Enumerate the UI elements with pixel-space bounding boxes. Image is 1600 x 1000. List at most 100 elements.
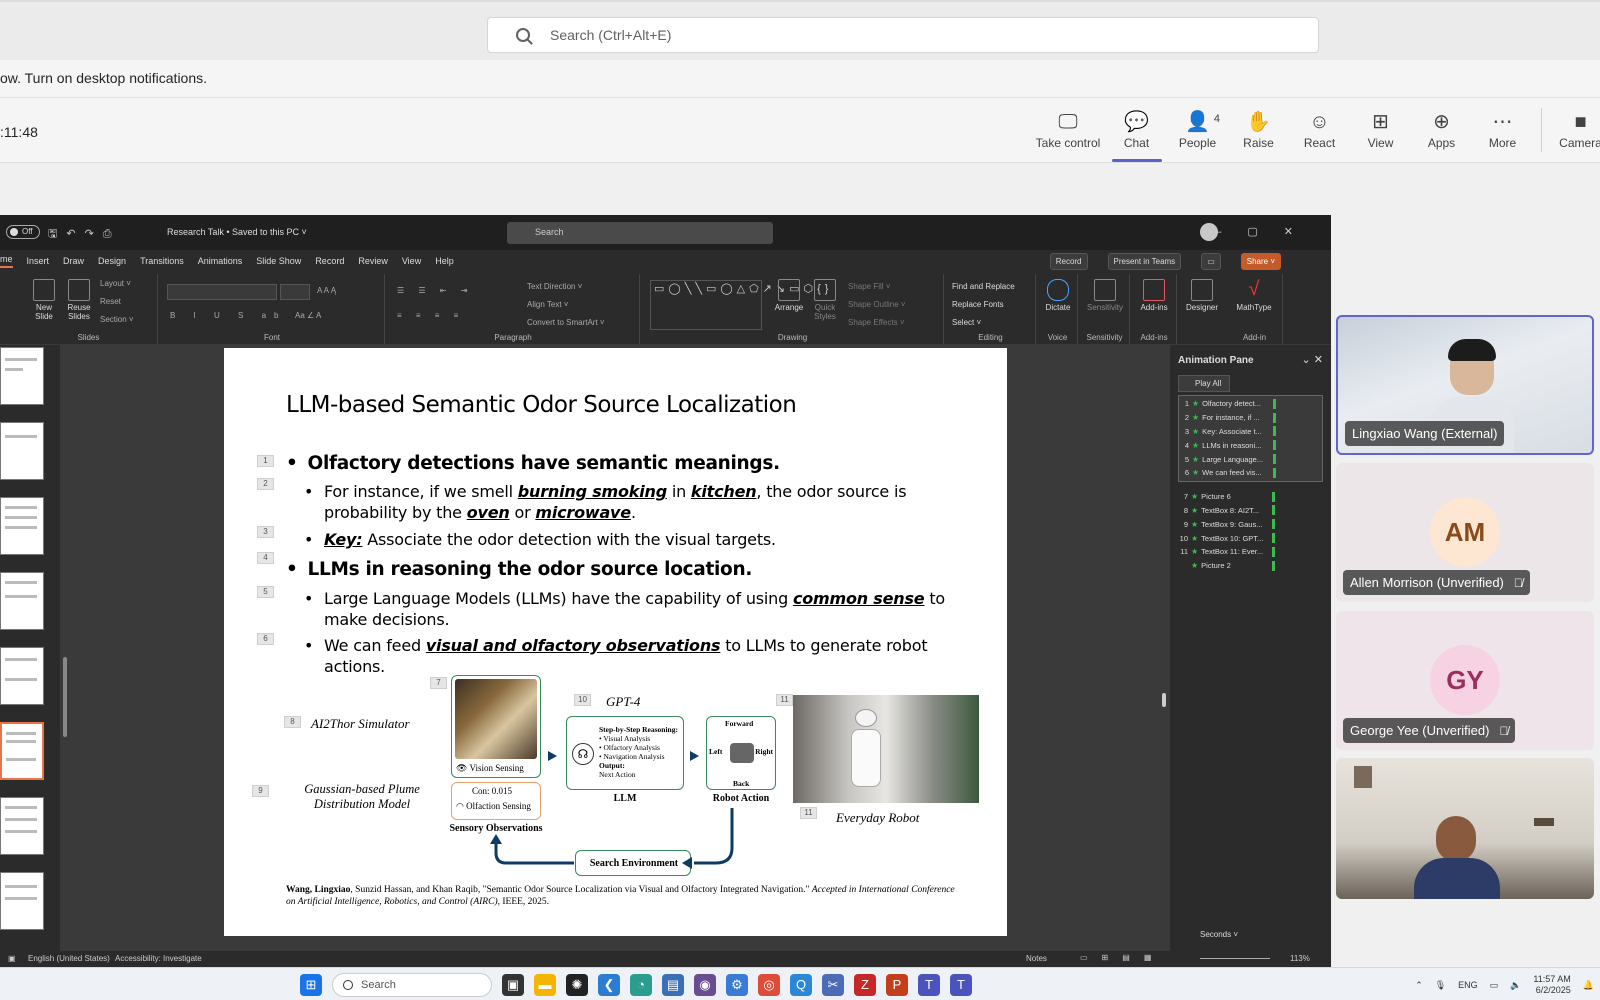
close-icon[interactable]: ⌄ ✕ (1302, 353, 1324, 366)
zoom-slider[interactable] (1200, 958, 1270, 959)
find-replace-button[interactable]: Find and Replace (952, 282, 1015, 291)
mathtype-button[interactable]: √ MathType (1229, 279, 1279, 312)
animation-item[interactable]: 10 ★ TextBox 10: GPT... (1178, 531, 1323, 545)
designer-button[interactable]: Designer (1183, 279, 1221, 312)
tab-design[interactable]: Design (98, 256, 126, 266)
chat-button[interactable]: 💬 Chat (1106, 108, 1167, 162)
arrange-button[interactable]: Arrange (772, 279, 806, 312)
edge-icon[interactable]: ◔ (630, 974, 652, 996)
play-all-button[interactable]: Play All (1178, 375, 1231, 392)
layout-button[interactable]: Layout ˅ (100, 279, 131, 288)
view-button[interactable]: ⊞ View (1350, 108, 1411, 152)
align-text-button[interactable]: Align Text ˅ (527, 300, 568, 309)
camera-button[interactable]: ■ Camera (1550, 108, 1600, 152)
reuse-slides-button[interactable]: Reuse Slides (64, 279, 94, 321)
seconds-dropdown[interactable]: Seconds ˅ (1200, 930, 1238, 939)
tab-slide-show[interactable]: Slide Show (256, 256, 301, 266)
align-buttons[interactable]: ≡ ≡ ≡ ≡ (397, 311, 464, 320)
dictate-button[interactable]: Dictate (1042, 279, 1074, 312)
tab-view[interactable]: View (402, 256, 421, 266)
microphone-icon[interactable]: 🎙 (1435, 980, 1446, 991)
input-language[interactable]: ENG (1458, 980, 1478, 990)
quick-styles-button[interactable]: Quick Styles (810, 279, 840, 321)
sensitivity-button[interactable]: Sensitivity (1082, 279, 1128, 312)
slide-thumbnail[interactable] (0, 497, 44, 555)
tab-draw[interactable]: Draw (63, 256, 84, 266)
text-direction-button[interactable]: Text Direction ˅ (527, 282, 582, 291)
react-button[interactable]: ☺ React (1289, 108, 1350, 152)
slide-thumbnail[interactable] (0, 647, 44, 705)
animation-item[interactable]: 9 ★ TextBox 9: Gaus... (1178, 517, 1323, 531)
spellcheck-icon[interactable]: ▣ (8, 954, 16, 963)
animation-item[interactable]: 3 ★ Key: Associate t... (1179, 425, 1322, 439)
view-mode-buttons[interactable]: ▭⊞▤▦ (1080, 953, 1165, 962)
more-button[interactable]: ⋯ More (1472, 108, 1533, 152)
chatgpt-icon[interactable]: ✺ (566, 974, 588, 996)
tab-transitions[interactable]: Transitions (140, 256, 184, 266)
window-controls[interactable]: –▢✕ (1215, 225, 1319, 238)
teams-search-box[interactable]: Search (Ctrl+Alt+E) (487, 17, 1319, 53)
animation-item[interactable]: 11 ★ TextBox 11: Ever... (1178, 545, 1323, 559)
slide-canvas[interactable]: LLM-based Semantic Odor Source Localizat… (224, 348, 1007, 936)
font-size-box[interactable] (280, 284, 310, 300)
powerpoint-icon[interactable]: P (886, 974, 908, 996)
scrollbar-thumb[interactable] (63, 657, 67, 737)
new-slide-button[interactable]: New Slide (30, 279, 58, 321)
language-indicator[interactable]: English (United States) (28, 954, 110, 963)
taskbar-clock[interactable]: 11:57 AM 6/2/2025 (1533, 974, 1570, 996)
slide-thumbnail[interactable] (0, 572, 44, 630)
animation-item[interactable]: 8 ★ TextBox 8: AI2T... (1178, 504, 1323, 518)
vscode-icon[interactable]: ❮ (598, 974, 620, 996)
convert-smartart-button[interactable]: Convert to SmartArt ˅ (527, 318, 605, 327)
app-icon[interactable]: ▤ (662, 974, 684, 996)
tab-record[interactable]: Record (315, 256, 344, 266)
thumbnail-scrollbar[interactable] (62, 347, 68, 947)
app-icon[interactable]: ⚙ (726, 974, 748, 996)
reset-button[interactable]: Reset (100, 297, 121, 306)
animation-item[interactable]: 7 ★ Picture 6 (1178, 490, 1323, 504)
windows-start-icon[interactable]: ⊞ (300, 974, 322, 996)
participant-tile-video-2[interactable] (1336, 758, 1594, 899)
present-in-teams-button[interactable]: Present in Teams (1107, 253, 1182, 270)
tab-review[interactable]: Review (358, 256, 388, 266)
share-button[interactable]: Share ˅ (1240, 253, 1281, 270)
accessibility-indicator[interactable]: Accessibility: Investigate (115, 954, 202, 963)
file-explorer-icon[interactable]: ▬ (534, 974, 556, 996)
tab-animations[interactable]: Animations (198, 256, 243, 266)
app-icon[interactable]: Q (790, 974, 812, 996)
animation-item[interactable]: 6 ★ We can feed vis... (1179, 466, 1322, 480)
participant-tile-video[interactable]: Lingxiao Wang (External) (1336, 315, 1594, 455)
select-button[interactable]: Select ˅ (952, 318, 981, 327)
network-icon[interactable]: ▭ (1490, 980, 1499, 991)
taskbar-search[interactable]: Search (332, 973, 492, 997)
animation-item[interactable]: 1 ★ Olfactory detect... (1179, 397, 1322, 411)
apps-button[interactable]: ⊕ Apps (1411, 108, 1472, 152)
list-buttons[interactable]: ☰ ☰ ⇤ ⇥ (397, 286, 473, 295)
autosave-toggle[interactable]: Off (6, 225, 40, 239)
shape-outline-button[interactable]: Shape Outline ˅ (848, 300, 906, 309)
section-button[interactable]: Section ˅ (100, 315, 134, 324)
participant-tile-allen[interactable]: AM Allen Morrison (Unverified) 🎙̸ (1336, 463, 1594, 602)
notification-bell-icon[interactable]: 🔔 (1583, 980, 1594, 991)
slide-thumbnail[interactable] (0, 347, 44, 405)
font-color-buttons[interactable]: Aa ∠ A (295, 311, 321, 320)
zotero-icon[interactable]: Z (854, 974, 876, 996)
app-icon[interactable]: ◉ (694, 974, 716, 996)
animation-item[interactable]: 4 ★ LLMs in reasoni... (1179, 438, 1322, 452)
animation-item[interactable]: 5 ★ Large Language... (1179, 452, 1322, 466)
font-size-buttons[interactable]: A A Ą (317, 286, 336, 295)
tab-home[interactable]: me (0, 254, 13, 268)
replace-fonts-button[interactable]: Replace Fonts (952, 300, 1004, 309)
notes-button[interactable]: Notes (1026, 954, 1047, 963)
slide-thumbnail[interactable] (0, 872, 44, 930)
shape-fill-button[interactable]: Shape Fill ˅ (848, 282, 890, 291)
app-icon[interactable]: ✂ (822, 974, 844, 996)
record-button[interactable]: Record (1049, 253, 1088, 270)
participant-tile-george[interactable]: GY George Yee (Unverified) 🎙̸ (1336, 611, 1594, 750)
font-format-buttons[interactable]: B I U S ab (170, 311, 286, 320)
slide-thumbnail[interactable] (0, 422, 44, 480)
slide-thumbnail-current[interactable] (0, 722, 44, 780)
shapes-gallery[interactable]: ▭◯╲╲▭◯△⬠↗↘▭⬡{} (650, 280, 828, 330)
quick-access-toolbar[interactable]: 🖫↶↷⎙ (48, 225, 121, 244)
animation-item[interactable]: ★ Picture 2 (1178, 559, 1323, 573)
